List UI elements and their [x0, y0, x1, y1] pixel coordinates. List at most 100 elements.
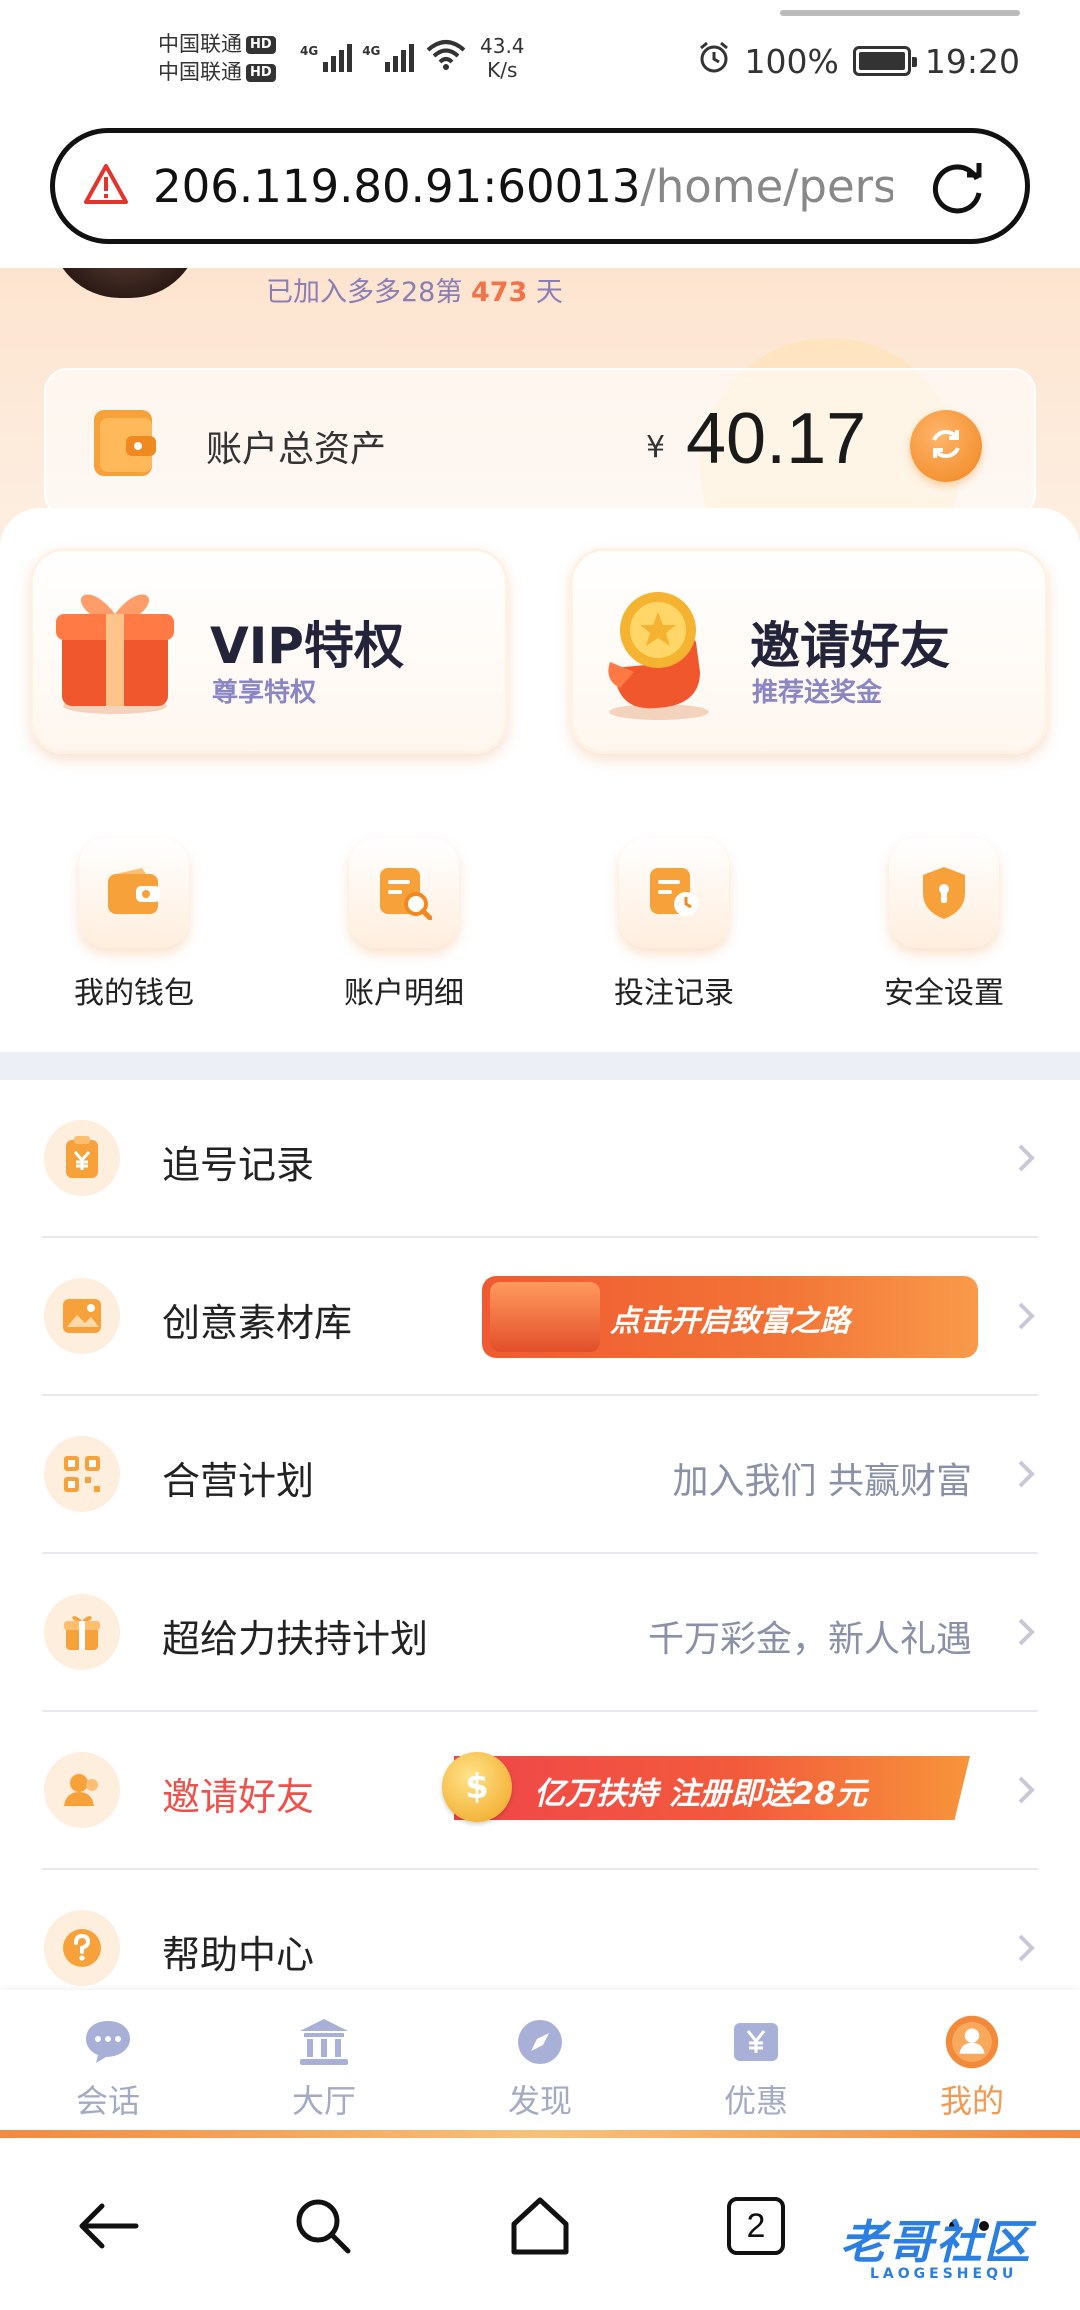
battery-icon	[852, 46, 917, 76]
home-button[interactable]	[500, 2186, 580, 2266]
total-assets-card: 账户总资产 ¥ 40.17	[44, 368, 1036, 518]
watermark-subtext: LAOGESHEQU	[870, 2266, 1018, 2282]
vip-subtitle: 尊享特权	[212, 678, 317, 708]
invite-friends-card[interactable]: 邀请好友 推荐送奖金	[570, 548, 1048, 754]
status-bar: 中国联通 HD 中国联通 HD 4G 4G 43.4 K/s 100% 19:20	[0, 0, 1080, 120]
refresh-icon	[926, 424, 966, 468]
chat-icon	[80, 2014, 136, 2070]
chevron-right-icon	[1018, 1144, 1035, 1172]
join-prefix: 已加入多多28第	[266, 277, 463, 308]
quick-action-label: 投注记录	[614, 976, 734, 1011]
chevron-right-icon	[1018, 1776, 1035, 1804]
back-button[interactable]	[68, 2186, 148, 2266]
tab-hall[interactable]: 大厅	[254, 2014, 394, 2122]
tab-label: 会话	[75, 2082, 140, 2120]
status-right: 100% 19:20	[697, 40, 1020, 82]
search-icon	[296, 2199, 351, 2254]
quick-action-label: 安全设置	[884, 976, 1004, 1011]
vip-privilege-card[interactable]: VIP特权 尊享特权	[30, 548, 508, 754]
home-icon	[511, 2197, 569, 2255]
address-bar[interactable]: 206.119.80.91:60013/home/perso	[50, 128, 1030, 244]
clipboard-yen-icon	[44, 1120, 120, 1196]
menu-hint: 加入我们 共赢财富	[672, 1461, 972, 1502]
currency-symbol: ¥	[646, 430, 666, 465]
user-icon	[44, 1752, 120, 1828]
alarm-icon	[697, 40, 731, 82]
shield-icon	[889, 838, 999, 948]
vip-title: VIP特权	[210, 617, 404, 675]
total-assets-label: 账户总资产	[206, 429, 387, 470]
watermark-logo: 老哥社区 LAOGESHEQU	[840, 2206, 1032, 2282]
quick-action-label: 我的钱包	[74, 976, 194, 1011]
menu-label: 创意素材库	[162, 1301, 353, 1345]
hd-badge: HD	[246, 36, 276, 54]
network-type: 4G	[300, 44, 319, 58]
reload-icon[interactable]	[927, 157, 989, 223]
wifi-icon	[424, 36, 468, 72]
signal-strength-icon: 4G	[300, 44, 353, 72]
menu-label: 追号记录	[162, 1143, 315, 1187]
help-icon	[44, 1910, 120, 1986]
carrier-1: 中国联通	[158, 32, 242, 56]
menu-hint: 千万彩金，新人礼遇	[647, 1619, 972, 1660]
status-indicator-pill	[780, 10, 1020, 16]
wallet-icon	[79, 838, 189, 948]
quick-action-security[interactable]: 安全设置	[844, 838, 1044, 1012]
quick-action-bet-record[interactable]: 投注记录	[574, 838, 774, 1012]
hd-badge: HD	[246, 64, 276, 82]
menu-label: 帮助中心	[162, 1933, 315, 1977]
tabs-button[interactable]: 2	[716, 2186, 796, 2266]
signal-indicators: 4G 4G	[300, 36, 468, 72]
tab-mine[interactable]: 我的	[902, 2014, 1042, 2122]
menu-item-material-library[interactable]: 创意素材库 点击开启致富之路	[42, 1238, 1038, 1396]
menu-list: 追号记录 创意素材库 点击开启致富之路 合营计划 加入我们 共赢财富 超给力扶持…	[0, 1080, 1080, 2028]
tab-label: 我的	[939, 2082, 1004, 2120]
tab-promotions[interactable]: 优惠	[686, 2014, 826, 2122]
bull-icon	[490, 1282, 600, 1352]
chevron-right-icon	[1018, 1460, 1035, 1488]
menu-label: 超给力扶持计划	[162, 1617, 429, 1661]
refresh-balance-button[interactable]	[910, 410, 982, 482]
hall-icon	[296, 2014, 352, 2070]
tabs-count: 2	[727, 2197, 785, 2255]
search-button[interactable]	[283, 2186, 363, 2266]
menu-item-invite-friends[interactable]: 邀请好友 亿万扶持 注册即送28元 $	[42, 1712, 1038, 1870]
carrier-info: 中国联通 HD 中国联通 HD	[158, 30, 276, 86]
url-text[interactable]: 206.119.80.91:60013/home/perso	[153, 160, 893, 213]
bottom-tab-bar: 会话 大厅 发现 优惠 我的	[0, 1990, 1080, 2130]
speed-unit: K/s	[487, 58, 518, 82]
signal-strength-icon: 4G	[362, 44, 415, 72]
warning-icon[interactable]	[83, 163, 129, 209]
wallet-icon	[90, 406, 160, 480]
compass-icon	[512, 2014, 568, 2070]
dollar-coin-icon: $	[442, 1752, 512, 1822]
speed-value: 43.4	[480, 34, 525, 58]
tab-chat[interactable]: 会话	[38, 2014, 178, 2122]
quick-action-account-detail[interactable]: 账户明细	[304, 838, 504, 1012]
image-icon	[44, 1278, 120, 1354]
chevron-right-icon	[1018, 1934, 1035, 1962]
network-speed: 43.4 K/s	[480, 34, 525, 82]
wealth-path-banner[interactable]: 点击开启致富之路	[482, 1276, 978, 1358]
url-host: 206.119.80.91:60013	[153, 159, 641, 213]
url-path: /home/perso	[640, 159, 893, 213]
profile-icon	[944, 2014, 1000, 2070]
menu-item-support-plan[interactable]: 超给力扶持计划 千万彩金，新人礼遇	[42, 1554, 1038, 1712]
menu-item-chase-record[interactable]: 追号记录	[42, 1080, 1038, 1238]
menu-item-partnership-plan[interactable]: 合营计划 加入我们 共赢财富	[42, 1396, 1038, 1554]
network-type: 4G	[362, 44, 381, 58]
tab-label: 优惠	[723, 2082, 788, 2120]
watermark-text: 老哥社区	[840, 2215, 1032, 2269]
register-bonus-banner[interactable]: 亿万扶持 注册即送28元	[454, 1756, 970, 1820]
battery-percent: 100%	[744, 41, 839, 81]
gift-icon	[44, 1594, 120, 1670]
carrier-2: 中国联通	[158, 60, 242, 84]
tab-discover[interactable]: 发现	[470, 2014, 610, 2122]
banner-text: 亿万扶持 注册即送28元	[534, 1776, 867, 1812]
clock: 19:20	[924, 41, 1020, 81]
avatar[interactable]	[50, 268, 200, 298]
coin-hand-icon	[596, 572, 722, 722]
join-days-text: 已加入多多28第 473 天	[266, 270, 563, 309]
account-detail-icon	[349, 838, 459, 948]
quick-action-wallet[interactable]: 我的钱包	[34, 838, 234, 1012]
